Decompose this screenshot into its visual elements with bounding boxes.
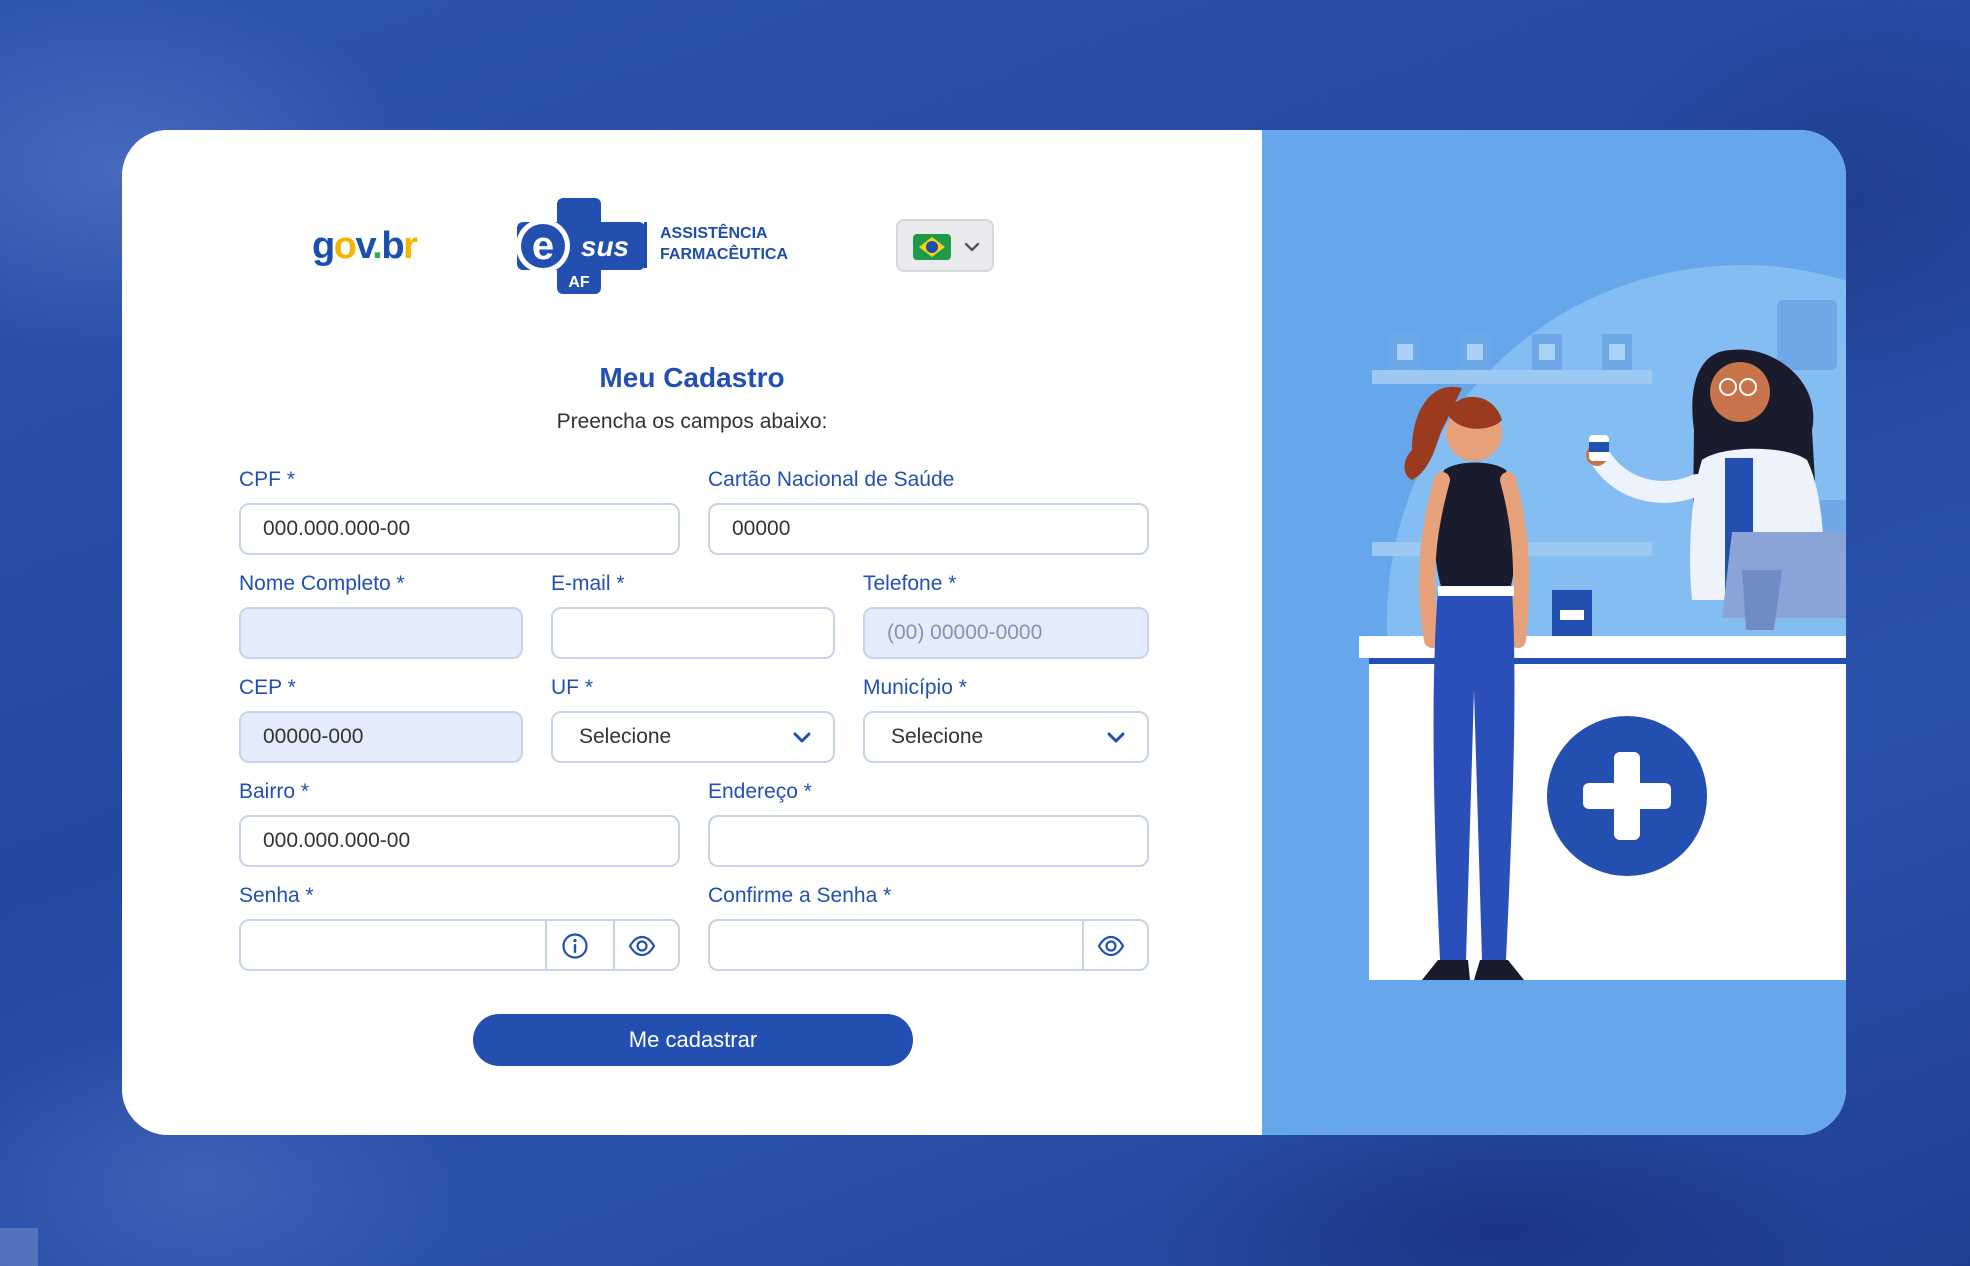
nome-field[interactable] bbox=[239, 607, 523, 659]
illustration-panel bbox=[1262, 130, 1846, 1135]
govbr-logo: gov.br bbox=[312, 225, 418, 267]
esus-subtitle-line1: ASSISTÊNCIA bbox=[660, 225, 768, 242]
telefone-field[interactable]: (00) 00000-0000 bbox=[863, 607, 1149, 659]
field-divider bbox=[1082, 921, 1084, 969]
senha-label: Senha * bbox=[239, 884, 314, 907]
brazil-flag-icon bbox=[913, 234, 951, 260]
esus-af-text: AF bbox=[568, 274, 590, 291]
language-selector[interactable] bbox=[896, 219, 994, 272]
cns-field[interactable]: 00000 bbox=[708, 503, 1149, 555]
cpf-label: CPF * bbox=[239, 468, 296, 491]
chevron-down-icon bbox=[793, 732, 811, 743]
bairro-field[interactable]: 000.000.000-00 bbox=[239, 815, 680, 867]
confirme-senha-field[interactable] bbox=[708, 919, 1149, 971]
field-divider bbox=[613, 921, 615, 969]
esus-e-letter: e bbox=[532, 224, 554, 268]
chevron-down-icon bbox=[964, 242, 980, 252]
eye-icon[interactable] bbox=[628, 932, 656, 960]
uf-selected-value: Selecione bbox=[579, 725, 672, 748]
esus-sus-text: sus bbox=[581, 231, 629, 262]
esus-subtitle: ASSISTÊNCIA FARMACÊUTICA bbox=[660, 223, 788, 265]
municipio-label: Município * bbox=[863, 676, 967, 699]
uf-select[interactable]: Selecione bbox=[551, 711, 835, 763]
endereco-label: Endereço * bbox=[708, 780, 812, 803]
cpf-field[interactable]: 000.000.000-00 bbox=[239, 503, 680, 555]
pharmacy-illustration bbox=[1359, 265, 1846, 980]
chevron-down-icon bbox=[1107, 732, 1125, 743]
esus-subtitle-line2: FARMACÊUTICA bbox=[660, 246, 788, 263]
corner-overlay bbox=[0, 1228, 38, 1266]
cep-field[interactable]: 00000-000 bbox=[239, 711, 523, 763]
municipio-select[interactable]: Selecione bbox=[863, 711, 1149, 763]
page-subtitle: Preencha os campos abaixo: bbox=[556, 410, 828, 433]
register-button[interactable]: Me cadastrar bbox=[473, 1014, 913, 1066]
logo-divider bbox=[644, 222, 647, 268]
email-field[interactable] bbox=[551, 607, 835, 659]
uf-label: UF * bbox=[551, 676, 593, 699]
cep-label: CEP * bbox=[239, 676, 296, 699]
nome-label: Nome Completo * bbox=[239, 572, 405, 595]
email-label: E-mail * bbox=[551, 572, 625, 595]
cns-label: Cartão Nacional de Saúde bbox=[708, 468, 955, 491]
endereco-field[interactable] bbox=[708, 815, 1149, 867]
telefone-label: Telefone * bbox=[863, 572, 957, 595]
municipio-selected-value: Selecione bbox=[891, 725, 984, 748]
registration-card: gov.br e sus AF ASSISTÊNCIA FARMACÊUTICA… bbox=[122, 130, 1846, 1135]
senha-field[interactable] bbox=[239, 919, 680, 971]
eye-icon[interactable] bbox=[1097, 932, 1125, 960]
page-title: Meu Cadastro bbox=[599, 362, 785, 393]
field-divider bbox=[545, 921, 547, 969]
confirme-senha-label: Confirme a Senha * bbox=[708, 884, 892, 907]
bairro-label: Bairro * bbox=[239, 780, 310, 803]
form-panel: gov.br e sus AF ASSISTÊNCIA FARMACÊUTICA… bbox=[122, 130, 1262, 1135]
info-icon[interactable] bbox=[561, 932, 589, 960]
